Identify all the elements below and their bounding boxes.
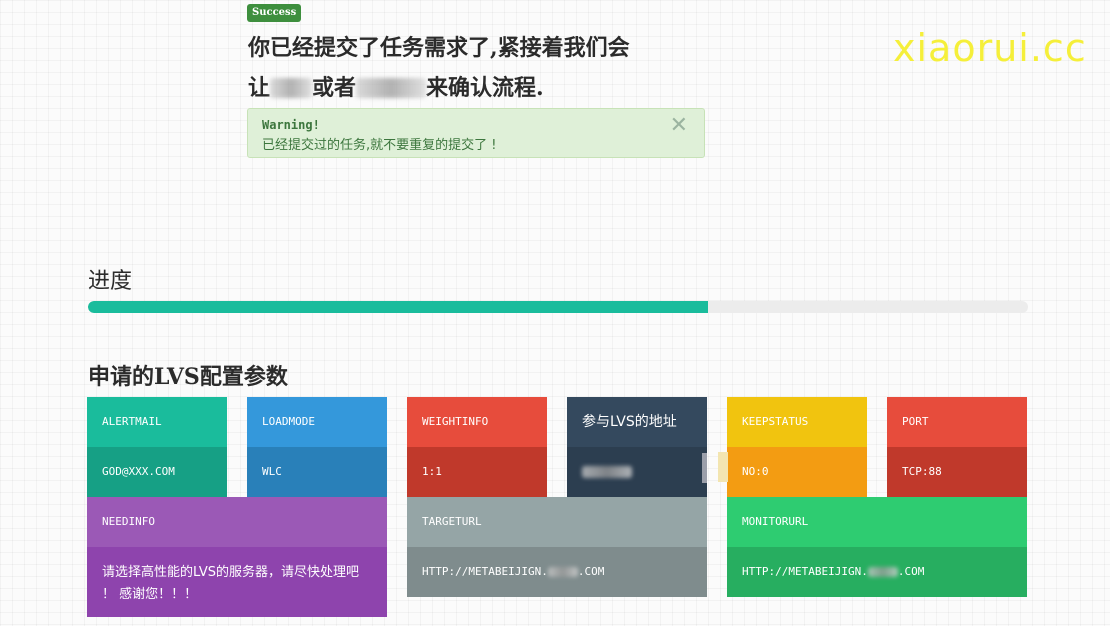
status-message-line-1: 你已经提交了任务需求了,紧接着我们会 [248, 35, 630, 61]
alert-text: 已经提交过的任务,就不要重复的提交了 ! [262, 138, 497, 153]
tile-label: NEEDINFO [87, 497, 387, 547]
tile-label: TARGETURL [407, 497, 707, 547]
tile-label: KEEPSTATUS [727, 397, 867, 447]
tile-port: PORT TCP:88 [887, 397, 1027, 497]
redacted-text [867, 567, 898, 577]
tile-label: 参与LVS的地址 [567, 397, 707, 447]
url-text: .COM [897, 565, 925, 578]
message-text: 来确认流程. [426, 75, 544, 101]
warning-alert: Warning! 已经提交过的任务,就不要重复的提交了 ! ✕ [247, 108, 705, 158]
tile-value: HTTP://METABEIJIGN. .COM [727, 547, 1027, 597]
tile-value: GOD@XXX.COM [87, 447, 227, 497]
tile-value: HTTP://METABEIJIGN. .COM [407, 547, 707, 597]
tile-value: NO:0 [727, 447, 867, 497]
tile-value: TCP:88 [887, 447, 1027, 497]
tile-label: PORT [887, 397, 1027, 447]
slider-handle [718, 452, 728, 482]
tile-address: 参与LVS的地址 [567, 397, 707, 497]
watermark: xiaorui.cc [893, 26, 1087, 70]
tile-monitorurl: MONITORURL HTTP://METABEIJIGN. .COM [727, 497, 1027, 597]
message-text: 或者 [312, 75, 357, 101]
section-title: 申请的LVS配置参数 [88, 364, 288, 390]
tile-label: MONITORURL [727, 497, 1027, 547]
url-text: HTTP://METABEIJIGN. [422, 565, 548, 578]
url-text: .COM [577, 565, 605, 578]
status-message-line-2: 让 或者 来确认流程. [248, 70, 708, 102]
redacted-text [270, 78, 313, 98]
tile-loadmode: LOADMODE WLC [247, 397, 387, 497]
close-icon[interactable]: ✕ [670, 113, 688, 138]
tile-label: ALERTMAIL [87, 397, 227, 447]
tile-needinfo: NEEDINFO 请选择高性能的LVS的服务器，请尽快处理吧 ！ 感谢您！！！ [87, 497, 387, 617]
redacted-text [547, 567, 578, 577]
progress-label: 进度 [88, 269, 133, 294]
tile-value: WLC [247, 447, 387, 497]
message-text: 让 [248, 75, 271, 101]
tile-label: LOADMODE [247, 397, 387, 447]
tile-value: 1:1 [407, 447, 547, 497]
tile-weightinfo: WEIGHTINFO 1:1 [407, 397, 547, 497]
alert-title: Warning! [262, 118, 320, 132]
success-badge: Success [247, 4, 302, 22]
tile-keepstatus: KEEPSTATUS NO:0 [727, 397, 867, 497]
url-text: HTTP://METABEIJIGN. [742, 565, 868, 578]
progress-bar [88, 301, 1028, 313]
tile-value [567, 447, 707, 497]
redacted-text [356, 78, 427, 98]
redacted-text [582, 466, 632, 478]
tile-value: 请选择高性能的LVS的服务器，请尽快处理吧 ！ 感谢您！！！ [87, 547, 387, 617]
progress-bar-fill [88, 301, 709, 313]
tile-label: WEIGHTINFO [407, 397, 547, 447]
scrollbar-handle [702, 453, 707, 483]
tile-alertmail: ALERTMAIL GOD@XXX.COM [87, 397, 227, 497]
tile-targeturl: TARGETURL HTTP://METABEIJIGN. .COM [407, 497, 707, 597]
